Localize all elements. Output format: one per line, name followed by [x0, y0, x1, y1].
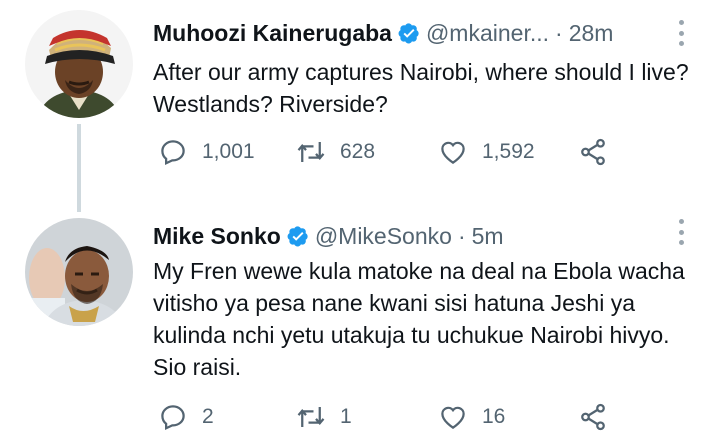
like-icon — [441, 406, 465, 429]
retweet-count: 1 — [340, 405, 352, 428]
reply-count: 1,001 — [202, 140, 255, 163]
share-icon — [581, 403, 605, 431]
like-count: 1,592 — [482, 140, 535, 163]
share-button[interactable] — [578, 137, 608, 167]
username-handle[interactable]: @MikeSonko — [315, 223, 452, 250]
share-icon — [581, 138, 605, 166]
tweet[interactable]: Mike Sonko @MikeSonko · 5m My Fren wewe … — [0, 205, 720, 435]
avatar[interactable] — [25, 218, 133, 326]
reply-icon — [161, 405, 185, 431]
retweet-icon — [297, 407, 325, 427]
action-bar: 2 1 16 — [153, 402, 633, 434]
more-options-icon[interactable] — [676, 219, 686, 245]
display-name[interactable]: Muhoozi Kainerugaba — [153, 20, 392, 47]
separator-dot: · — [555, 19, 563, 46]
separator-dot: · — [457, 222, 466, 249]
thread-connector — [77, 124, 81, 212]
like-icon — [441, 141, 465, 164]
like-button[interactable]: 16 — [438, 402, 505, 432]
retweet-button[interactable]: 1 — [296, 402, 352, 432]
like-button[interactable]: 1,592 — [438, 137, 535, 167]
action-bar: 1,001 628 1,592 — [153, 137, 633, 169]
timestamp[interactable]: 5m — [472, 223, 504, 250]
retweet-count: 628 — [340, 140, 376, 163]
like-count: 16 — [482, 405, 506, 428]
retweet-button[interactable]: 628 — [296, 137, 375, 167]
timestamp[interactable]: 28m — [569, 20, 614, 47]
tweet-header: Muhoozi Kainerugaba @mkainer... · 28m — [153, 18, 613, 48]
tweet-text: After our army captures Nairobi, where s… — [153, 59, 689, 117]
reply-button[interactable]: 1,001 — [158, 137, 255, 167]
verified-badge-icon — [398, 23, 419, 44]
username-handle[interactable]: @mkainer... — [426, 20, 549, 47]
share-button[interactable] — [578, 402, 608, 432]
avatar[interactable] — [25, 10, 133, 118]
reply-count: 2 — [202, 405, 214, 428]
tweet-header: Mike Sonko @MikeSonko · 5m — [153, 221, 504, 251]
retweet-icon — [297, 142, 325, 162]
reply-icon — [161, 140, 185, 166]
more-options-icon[interactable] — [676, 20, 686, 46]
tweet[interactable]: Muhoozi Kainerugaba @mkainer... · 28m Af… — [0, 0, 720, 212]
tweet-text: My Fren wewe kula matoke na deal na Ebol… — [153, 258, 685, 380]
reply-button[interactable]: 2 — [158, 402, 214, 432]
display-name[interactable]: Mike Sonko — [153, 223, 281, 250]
verified-badge-icon — [287, 226, 308, 247]
